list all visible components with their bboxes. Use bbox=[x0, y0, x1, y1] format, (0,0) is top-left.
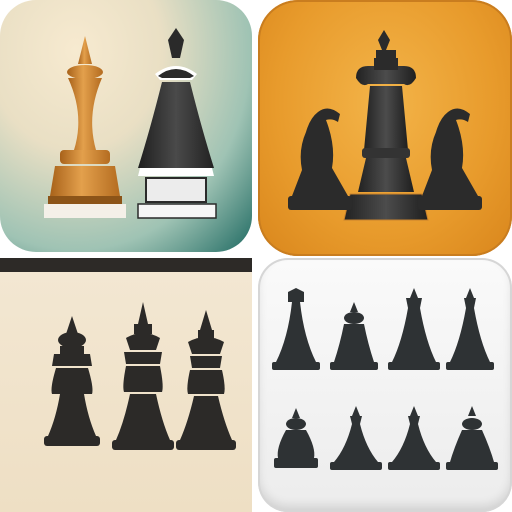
tile-beige bbox=[0, 258, 252, 512]
bishop-icon bbox=[176, 310, 236, 450]
queen-icon bbox=[272, 288, 320, 370]
pawn-icon bbox=[330, 302, 378, 370]
tile-white-art bbox=[272, 288, 498, 470]
bishop-icon bbox=[388, 406, 440, 470]
tile-orange bbox=[258, 0, 512, 256]
tile-white bbox=[258, 258, 512, 512]
pawn-icon bbox=[44, 316, 100, 446]
bishop-icon bbox=[330, 406, 382, 470]
bishop-icon bbox=[112, 302, 174, 450]
tile-orange-art bbox=[288, 30, 482, 221]
pawn-icon bbox=[274, 408, 318, 468]
knight-icon bbox=[418, 108, 482, 210]
pawn-icon bbox=[44, 36, 126, 218]
tile-beige-art bbox=[44, 302, 236, 450]
king-icon bbox=[343, 30, 429, 221]
bishop-icon bbox=[388, 288, 440, 370]
tile-teal-cream bbox=[0, 0, 252, 252]
bishop-icon bbox=[446, 288, 494, 370]
pawn-icon bbox=[446, 406, 498, 470]
tile-teal-cream-art bbox=[44, 28, 217, 219]
bishop-icon bbox=[137, 28, 217, 219]
knight-icon bbox=[288, 108, 352, 210]
